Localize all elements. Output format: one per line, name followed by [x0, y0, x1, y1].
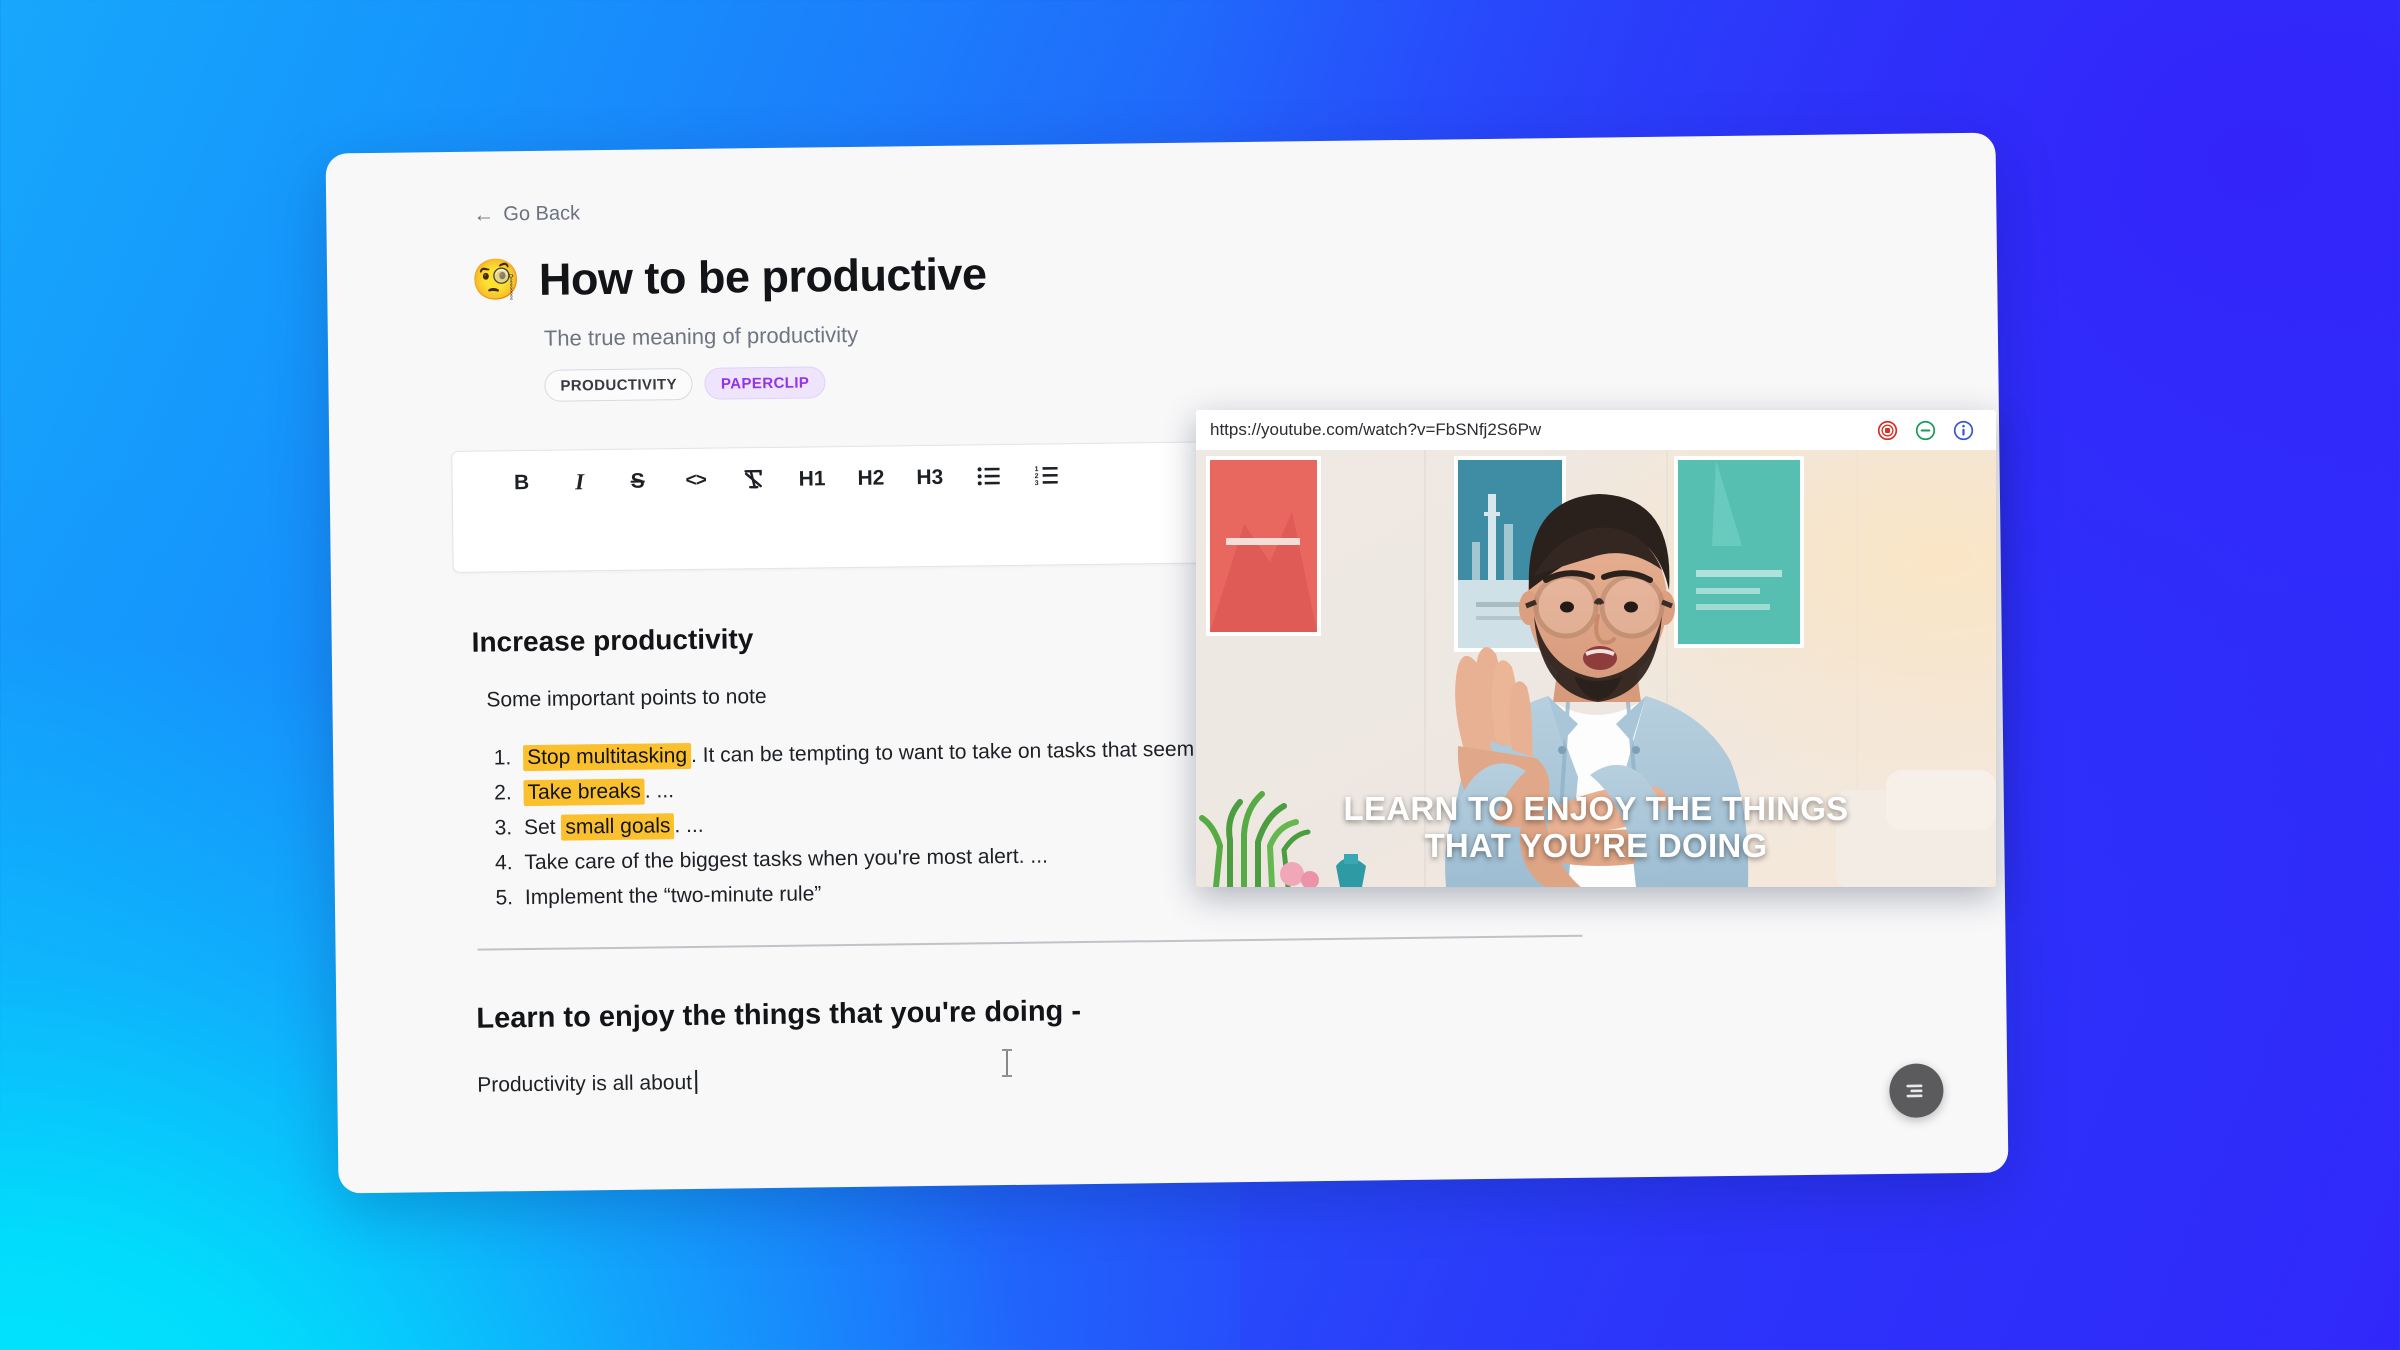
paragraph-text: Productivity is all about	[477, 1070, 693, 1097]
highlight-stop-multitasking: Stop multitasking	[522, 742, 692, 772]
ordered-list-icon: 1 2 3	[1034, 466, 1058, 487]
tag-productivity[interactable]: PRODUCTIVITY	[544, 367, 694, 402]
bold-button[interactable]: B	[508, 467, 534, 497]
page-title: How to be productive	[538, 248, 987, 305]
svg-text:2: 2	[1034, 473, 1038, 480]
text-caret	[694, 1069, 698, 1094]
tag-paperclip[interactable]: PAPERCLIP	[704, 366, 826, 400]
go-back-label: Go Back	[503, 202, 581, 226]
list-item-text: . ...	[644, 779, 675, 803]
tag-list: PRODUCTIVITY PAPERCLIP	[544, 352, 1928, 402]
heading-2-button[interactable]: H2	[857, 463, 884, 493]
page-subtitle: The true meaning of productivity	[543, 321, 859, 351]
highlight-take-breaks: Take breaks	[523, 778, 645, 807]
video-overlay-actions	[1877, 420, 1974, 441]
clear-formatting-icon	[744, 469, 762, 489]
heading-3-button[interactable]: H3	[916, 462, 943, 492]
list-item-text: Implement the “two-minute rule”	[524, 881, 822, 909]
strikethrough-button[interactable]: S	[624, 465, 650, 495]
back-arrow-icon: ←	[473, 203, 495, 227]
section-divider	[477, 934, 1583, 951]
list-item-prefix: Set	[523, 815, 562, 839]
sub-heading: Learn to enjoy the things that you're do…	[476, 994, 1082, 1035]
list-item-text: Take care of the biggest tasks when you'…	[524, 844, 1048, 874]
list-item-text: . ...	[674, 813, 704, 838]
italic-button[interactable]: I	[566, 466, 592, 496]
svg-text:1: 1	[1034, 466, 1038, 473]
svg-text:3: 3	[1034, 480, 1038, 487]
list-lines-icon	[1906, 1084, 1923, 1098]
editable-paragraph[interactable]: Productivity is all about	[477, 1069, 698, 1097]
video-player-frame[interactable]: LEARN TO ENJOY THE THINGS THAT YOU’RE DO…	[1196, 450, 1996, 887]
bullet-list-icon	[977, 467, 1000, 486]
clear-formatting-button[interactable]	[740, 464, 766, 494]
heading-1-button[interactable]: H1	[798, 463, 826, 493]
go-back-link[interactable]: ← Go Back	[473, 202, 580, 226]
stop-recording-icon[interactable]	[1877, 420, 1898, 441]
minimize-icon[interactable]	[1915, 420, 1936, 441]
video-overlay-window[interactable]: https://youtube.com/watch?v=FbSNfj2S6Pw	[1196, 410, 1996, 887]
ordered-list-button[interactable]: 1 2 3	[1033, 460, 1059, 490]
video-url-text[interactable]: https://youtube.com/watch?v=FbSNfj2S6Pw	[1210, 420, 1541, 440]
highlight-small-goals: small goals	[561, 813, 675, 841]
video-still-image	[1196, 450, 1996, 887]
info-icon[interactable]	[1953, 420, 1974, 441]
video-overlay-header: https://youtube.com/watch?v=FbSNfj2S6Pw	[1196, 410, 1996, 450]
code-button[interactable]: <>	[682, 465, 708, 495]
bullet-list-button[interactable]	[975, 461, 1001, 491]
monocle-face-emoji: 🧐	[470, 258, 522, 303]
title-row: 🧐 How to be productive	[471, 236, 1928, 306]
